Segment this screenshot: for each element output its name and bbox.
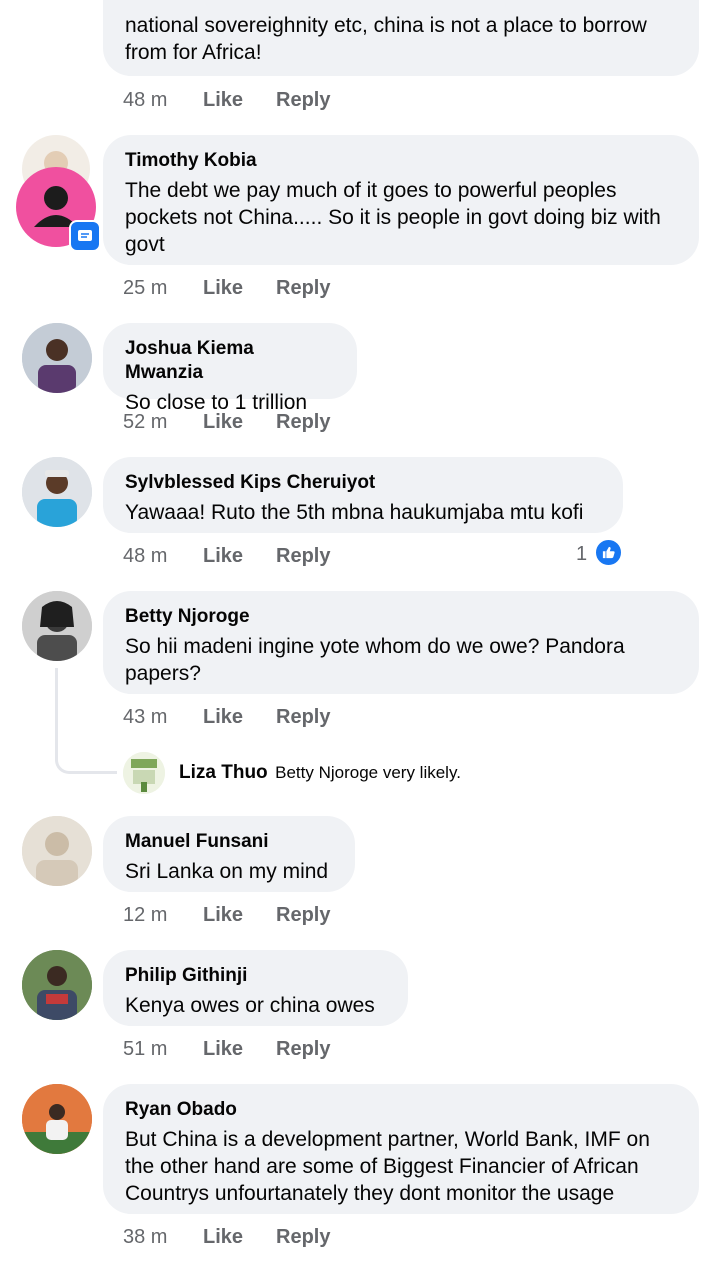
comment-author[interactable]: Philip Githinji xyxy=(125,964,386,988)
reply-button[interactable]: Reply xyxy=(276,1036,330,1062)
comment-author[interactable]: Ryan Obado xyxy=(125,1098,677,1122)
avatar[interactable] xyxy=(22,1084,92,1154)
avatar[interactable] xyxy=(22,323,92,393)
comment-bubble: national sovereighnity etc, china is not… xyxy=(103,0,699,76)
comment-meta: 48 m Like Reply xyxy=(123,543,383,569)
reply-button[interactable]: Reply xyxy=(276,87,330,113)
like-button[interactable]: Like xyxy=(203,704,243,730)
avatar[interactable] xyxy=(22,457,92,527)
comment-text: Sri Lanka on my mind xyxy=(125,860,329,883)
like-button[interactable]: Like xyxy=(203,543,243,569)
like-button[interactable]: Like xyxy=(203,1224,243,1250)
comment-text: Kenya owes or china owes xyxy=(125,994,375,1017)
reply-button[interactable]: Reply xyxy=(276,409,330,435)
like-button[interactable]: Like xyxy=(203,87,243,113)
comment-meta: 52 m Like Reply xyxy=(123,409,383,435)
comment-text: Yawaaa! Ruto the 5th mbna haukumjaba mtu… xyxy=(125,501,584,524)
reply-button[interactable]: Reply xyxy=(276,1224,330,1250)
avatar[interactable] xyxy=(22,950,92,1020)
comment-time: 12 m xyxy=(123,904,168,926)
comment-bubble: Philip Githinji Kenya owes or china owes xyxy=(103,950,408,1026)
comment-meta: 25 m Like Reply xyxy=(123,275,383,301)
comment-meta: 38 m Like Reply xyxy=(123,1224,383,1250)
like-button[interactable]: Like xyxy=(203,1036,243,1062)
comment-author[interactable]: Sylvblessed Kips Cheruiyot xyxy=(125,471,601,495)
comment-time: 51 m xyxy=(123,1038,168,1060)
comment-bubble: Sylvblessed Kips Cheruiyot Yawaaa! Ruto … xyxy=(103,457,623,533)
comment-bubble: Joshua Kiema Mwanzia So close to 1 trill… xyxy=(103,323,357,414)
avatar[interactable] xyxy=(22,591,92,661)
reply-button[interactable]: Reply xyxy=(276,902,330,928)
thread-line xyxy=(55,668,117,774)
comment-author[interactable]: Betty Njoroge xyxy=(125,605,677,629)
reply-button[interactable]: Reply xyxy=(276,704,330,730)
like-button[interactable]: Like xyxy=(203,275,243,301)
avatar[interactable] xyxy=(22,816,92,886)
reply-author[interactable]: Liza Thuo xyxy=(179,762,268,783)
comment-author[interactable]: Timothy Kobia xyxy=(125,149,677,173)
reply-button[interactable]: Reply xyxy=(276,275,330,301)
reply-text: Betty Njoroge very likely. xyxy=(275,763,461,782)
comment-time: 43 m xyxy=(123,706,168,728)
comment-text: So hii madeni ingine yote whom do we owe… xyxy=(125,635,625,685)
comment-time: 38 m xyxy=(123,1226,168,1248)
comment-time: 48 m xyxy=(123,545,168,567)
like-button[interactable]: Like xyxy=(203,902,243,928)
comment-meta: 43 m Like Reply xyxy=(123,704,383,730)
comment-time: 52 m xyxy=(123,411,168,433)
like-reaction-icon[interactable] xyxy=(594,538,623,567)
reaction-count[interactable]: 1 xyxy=(576,541,587,567)
like-button[interactable]: Like xyxy=(203,409,243,435)
comment-time: 48 m xyxy=(123,89,168,111)
comment-author[interactable]: Manuel Funsani xyxy=(125,830,333,854)
comment-bubble: Timothy Kobia The debt we pay much of it… xyxy=(103,135,699,265)
reply-preview[interactable]: Liza Thuo Betty Njoroge very likely. xyxy=(179,760,461,787)
messenger-badge-icon xyxy=(69,220,101,252)
comment-bubble: Ryan Obado But China is a development pa… xyxy=(103,1084,699,1214)
comment-meta: 51 m Like Reply xyxy=(123,1036,383,1062)
reply-avatar[interactable] xyxy=(123,752,165,794)
comment-text: But China is a development partner, Worl… xyxy=(125,1128,650,1205)
reply-button[interactable]: Reply xyxy=(276,543,330,569)
comment-bubble: Manuel Funsani Sri Lanka on my mind xyxy=(103,816,355,892)
comment-meta: 12 m Like Reply xyxy=(123,902,383,928)
comment-author[interactable]: Joshua Kiema Mwanzia xyxy=(125,337,335,385)
comment-bubble: Betty Njoroge So hii madeni ingine yote … xyxy=(103,591,699,694)
comment-meta: 48 m Like Reply xyxy=(123,87,383,113)
comment-time: 25 m xyxy=(123,277,168,299)
comment-text: The debt we pay much of it goes to power… xyxy=(125,179,661,256)
comment-text: national sovereighnity etc, china is not… xyxy=(125,14,647,64)
